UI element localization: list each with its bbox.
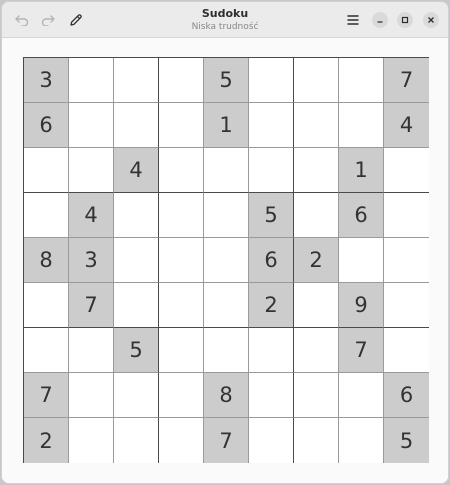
sudoku-cell[interactable]	[69, 418, 114, 463]
sudoku-cell[interactable]	[114, 193, 159, 238]
sudoku-cell[interactable]: 7	[24, 373, 69, 418]
sudoku-cell[interactable]: 8	[24, 238, 69, 283]
sudoku-cell[interactable]: 7	[339, 328, 384, 373]
sudoku-cell[interactable]	[384, 283, 429, 328]
sudoku-cell[interactable]: 5	[249, 193, 294, 238]
sudoku-cell[interactable]	[249, 148, 294, 193]
sudoku-cell[interactable]	[114, 418, 159, 463]
sudoku-cell[interactable]	[114, 283, 159, 328]
hamburger-menu-icon	[347, 15, 359, 25]
sudoku-cell[interactable]	[294, 373, 339, 418]
sudoku-cell[interactable]	[159, 328, 204, 373]
sudoku-cell[interactable]: 8	[204, 373, 249, 418]
sudoku-board: 35761441456836272957786275	[23, 57, 429, 463]
sudoku-cell[interactable]: 2	[24, 418, 69, 463]
sudoku-cell[interactable]: 4	[114, 148, 159, 193]
sudoku-cell[interactable]: 6	[339, 193, 384, 238]
sudoku-cell[interactable]	[159, 283, 204, 328]
sudoku-cell[interactable]: 9	[339, 283, 384, 328]
sudoku-cell[interactable]: 1	[204, 103, 249, 148]
sudoku-cell[interactable]	[384, 328, 429, 373]
sudoku-window: Sudoku Niska trudność 357614414568362729…	[1, 1, 449, 484]
close-button[interactable]	[423, 12, 439, 28]
sudoku-cell[interactable]	[114, 238, 159, 283]
sudoku-cell[interactable]	[24, 148, 69, 193]
sudoku-cell[interactable]: 5	[114, 328, 159, 373]
sudoku-cell[interactable]	[249, 58, 294, 103]
sudoku-cell[interactable]	[249, 373, 294, 418]
game-area: 35761441456836272957786275	[2, 38, 448, 483]
minimize-icon	[377, 21, 383, 23]
sudoku-cell[interactable]	[294, 283, 339, 328]
sudoku-cell[interactable]: 5	[204, 58, 249, 103]
sudoku-cell[interactable]	[69, 373, 114, 418]
sudoku-cell[interactable]	[339, 103, 384, 148]
sudoku-cell[interactable]	[204, 193, 249, 238]
sudoku-cell[interactable]	[69, 328, 114, 373]
sudoku-cell[interactable]: 5	[384, 418, 429, 463]
sudoku-cell[interactable]	[159, 373, 204, 418]
sudoku-cell[interactable]: 7	[204, 418, 249, 463]
minimize-button[interactable]	[372, 12, 388, 28]
sudoku-cell[interactable]	[339, 373, 384, 418]
sudoku-cell[interactable]	[159, 103, 204, 148]
sudoku-cell[interactable]: 2	[294, 238, 339, 283]
sudoku-cell[interactable]: 2	[249, 283, 294, 328]
maximize-button[interactable]	[397, 12, 413, 28]
header-bar: Sudoku Niska trudność	[2, 2, 448, 38]
sudoku-cell[interactable]	[339, 58, 384, 103]
sudoku-cell[interactable]	[69, 148, 114, 193]
sudoku-cell[interactable]	[159, 58, 204, 103]
sudoku-cell[interactable]	[294, 418, 339, 463]
sudoku-cell[interactable]: 3	[24, 58, 69, 103]
sudoku-cell[interactable]	[204, 148, 249, 193]
sudoku-cell[interactable]	[114, 103, 159, 148]
sudoku-cell[interactable]	[24, 283, 69, 328]
sudoku-cell[interactable]	[339, 238, 384, 283]
sudoku-cell[interactable]	[114, 373, 159, 418]
sudoku-cell[interactable]: 6	[384, 373, 429, 418]
sudoku-cell[interactable]	[294, 58, 339, 103]
sudoku-cell[interactable]	[114, 58, 159, 103]
sudoku-cell[interactable]	[294, 103, 339, 148]
sudoku-cell[interactable]	[249, 418, 294, 463]
sudoku-cell[interactable]	[69, 58, 114, 103]
sudoku-cell[interactable]	[159, 418, 204, 463]
sudoku-cell[interactable]	[159, 148, 204, 193]
close-icon	[428, 17, 434, 23]
sudoku-cell[interactable]: 6	[249, 238, 294, 283]
sudoku-cell[interactable]	[159, 193, 204, 238]
sudoku-cell[interactable]: 1	[339, 148, 384, 193]
sudoku-cell[interactable]	[159, 238, 204, 283]
sudoku-cell[interactable]	[339, 418, 384, 463]
sudoku-cell[interactable]	[69, 103, 114, 148]
sudoku-cell[interactable]: 7	[384, 58, 429, 103]
sudoku-cell[interactable]	[294, 148, 339, 193]
sudoku-cell[interactable]	[24, 193, 69, 238]
sudoku-cell[interactable]	[384, 148, 429, 193]
maximize-icon	[401, 16, 409, 24]
sudoku-cell[interactable]: 6	[24, 103, 69, 148]
sudoku-cell[interactable]	[294, 193, 339, 238]
sudoku-cell[interactable]	[384, 193, 429, 238]
sudoku-cell[interactable]	[249, 103, 294, 148]
sudoku-cell[interactable]	[24, 328, 69, 373]
sudoku-cell[interactable]: 4	[69, 193, 114, 238]
sudoku-cell[interactable]	[204, 283, 249, 328]
sudoku-cell[interactable]: 7	[69, 283, 114, 328]
sudoku-cell[interactable]: 4	[384, 103, 429, 148]
sudoku-cell[interactable]	[294, 328, 339, 373]
sudoku-cell[interactable]: 3	[69, 238, 114, 283]
sudoku-cell[interactable]	[249, 328, 294, 373]
sudoku-cell[interactable]	[204, 238, 249, 283]
sudoku-cell[interactable]	[384, 238, 429, 283]
sudoku-cell[interactable]	[204, 328, 249, 373]
main-menu-button[interactable]	[343, 10, 363, 30]
